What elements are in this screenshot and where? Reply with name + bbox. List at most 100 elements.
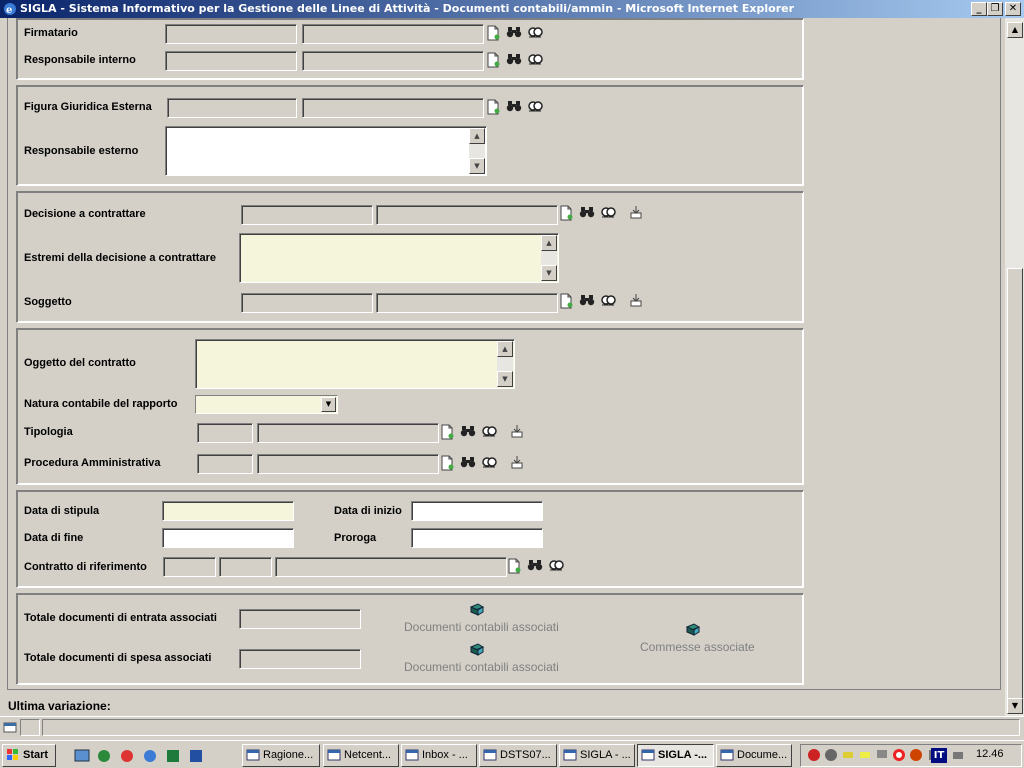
taskbar-item[interactable]: Docume...: [716, 744, 792, 767]
detail-icon[interactable]: [509, 454, 525, 470]
scroll-up-icon[interactable]: ▲: [469, 128, 485, 144]
data-fine-input[interactable]: [162, 528, 294, 548]
responsabile-interno-code[interactable]: [165, 51, 297, 71]
new-doc-icon[interactable]: [506, 558, 522, 574]
new-doc-icon[interactable]: [439, 455, 455, 471]
app-icon[interactable]: [96, 748, 112, 764]
new-doc-icon[interactable]: [485, 52, 501, 68]
tray-lifebuoy-icon[interactable]: [892, 748, 906, 762]
contratto-rif-es[interactable]: [163, 557, 216, 577]
messenger-icon[interactable]: [119, 748, 135, 764]
excel-icon[interactable]: [165, 748, 181, 764]
decisione-code[interactable]: [241, 205, 373, 225]
tray-pencil-icon[interactable]: [858, 748, 872, 762]
taskbar-item[interactable]: Ragione...: [242, 744, 320, 767]
free-search-icon[interactable]: [527, 24, 543, 40]
commesse-link[interactable]: Commesse associate: [640, 640, 755, 654]
tray-pen-icon[interactable]: [841, 748, 855, 762]
binoculars-icon[interactable]: [506, 51, 522, 67]
new-doc-icon[interactable]: [485, 25, 501, 41]
firmatario-desc[interactable]: [302, 24, 484, 44]
soggetto-desc[interactable]: [376, 293, 558, 313]
firmatario-code[interactable]: [165, 24, 297, 44]
proroga-input[interactable]: [411, 528, 543, 548]
figura-giuridica-code[interactable]: [167, 98, 297, 118]
decisione-desc[interactable]: [376, 205, 558, 225]
taskbar-item[interactable]: SIGLA - ...: [559, 744, 635, 767]
language-indicator[interactable]: IT: [931, 748, 947, 763]
procedura-desc[interactable]: [257, 454, 439, 474]
free-search-icon[interactable]: [548, 557, 564, 573]
new-doc-icon[interactable]: [439, 424, 455, 440]
book-icon[interactable]: [685, 622, 701, 638]
scroll-down-icon[interactable]: ▼: [497, 371, 513, 387]
clock: 12.46: [976, 748, 1004, 760]
tipologia-desc[interactable]: [257, 423, 439, 443]
estremi-textarea[interactable]: ▲ ▼: [239, 233, 559, 283]
close-button[interactable]: ✕: [1005, 2, 1021, 16]
detail-icon[interactable]: [628, 292, 644, 308]
tray-antivirus-icon[interactable]: [909, 748, 923, 762]
data-inizio-input[interactable]: [411, 501, 543, 521]
scrollbar-thumb[interactable]: [1007, 268, 1023, 708]
show-desktop-icon[interactable]: [74, 748, 90, 764]
binoculars-icon[interactable]: [506, 24, 522, 40]
scroll-down-icon[interactable]: ▼: [541, 265, 557, 281]
responsabile-esterno-textarea[interactable]: ▲ ▼: [165, 126, 487, 176]
detail-icon[interactable]: [509, 423, 525, 439]
tray-printer-icon[interactable]: [951, 748, 965, 762]
page-scrollbar[interactable]: ▲ ▼: [1004, 18, 1024, 716]
taskbar-item[interactable]: Inbox - ...: [401, 744, 477, 767]
soggetto-code[interactable]: [241, 293, 373, 313]
scroll-down-icon[interactable]: ▼: [1007, 698, 1023, 714]
natura-contabile-select[interactable]: ▼: [195, 395, 338, 414]
free-search-icon[interactable]: [527, 51, 543, 67]
oggetto-textarea[interactable]: ▲ ▼: [195, 339, 515, 389]
binoculars-icon[interactable]: [460, 454, 476, 470]
binoculars-icon[interactable]: [460, 423, 476, 439]
binoculars-icon[interactable]: [579, 292, 595, 308]
taskbar-item-label: Netcent...: [344, 749, 392, 761]
word-icon[interactable]: [188, 748, 204, 764]
doc-contabili-spesa-link[interactable]: Documenti contabili associati: [404, 660, 559, 674]
new-doc-icon[interactable]: [558, 293, 574, 309]
label-proroga: Proroga: [334, 532, 377, 544]
scroll-up-icon[interactable]: ▲: [497, 341, 513, 357]
chevron-down-icon[interactable]: ▼: [321, 397, 336, 412]
figura-giuridica-desc[interactable]: [302, 98, 484, 118]
free-search-icon[interactable]: [481, 454, 497, 470]
scroll-up-icon[interactable]: ▲: [1007, 22, 1023, 38]
taskbar-item[interactable]: SIGLA -...: [637, 744, 714, 767]
procedura-code[interactable]: [197, 454, 253, 474]
tray-monitor-icon[interactable]: [875, 748, 889, 762]
data-stipula-input[interactable]: [162, 501, 294, 521]
binoculars-icon[interactable]: [527, 557, 543, 573]
totale-entrata-field: [239, 609, 361, 629]
tray-shield-icon[interactable]: [807, 748, 821, 762]
free-search-icon[interactable]: [600, 204, 616, 220]
book-icon[interactable]: [469, 602, 485, 618]
binoculars-icon[interactable]: [579, 204, 595, 220]
taskbar-item[interactable]: DSTS07...: [479, 744, 557, 767]
new-doc-icon[interactable]: [485, 99, 501, 115]
binoculars-icon[interactable]: [506, 98, 522, 114]
contratto-rif-desc[interactable]: [275, 557, 507, 577]
responsabile-interno-desc[interactable]: [302, 51, 484, 71]
contratto-rif-pg[interactable]: [219, 557, 272, 577]
taskbar-item[interactable]: Netcent...: [323, 744, 399, 767]
book-icon[interactable]: [469, 642, 485, 658]
new-doc-icon[interactable]: [558, 205, 574, 221]
free-search-icon[interactable]: [600, 292, 616, 308]
tray-network-icon[interactable]: [824, 748, 838, 762]
minimize-button[interactable]: _: [971, 2, 987, 16]
restore-button[interactable]: ❐: [987, 2, 1003, 16]
tipologia-code[interactable]: [197, 423, 253, 443]
free-search-icon[interactable]: [527, 98, 543, 114]
doc-contabili-entrata-link[interactable]: Documenti contabili associati: [404, 620, 559, 634]
detail-icon[interactable]: [628, 204, 644, 220]
free-search-icon[interactable]: [481, 423, 497, 439]
scroll-up-icon[interactable]: ▲: [541, 235, 557, 251]
scroll-down-icon[interactable]: ▼: [469, 158, 485, 174]
ie-icon[interactable]: [142, 748, 158, 764]
start-button[interactable]: Start: [2, 744, 56, 767]
